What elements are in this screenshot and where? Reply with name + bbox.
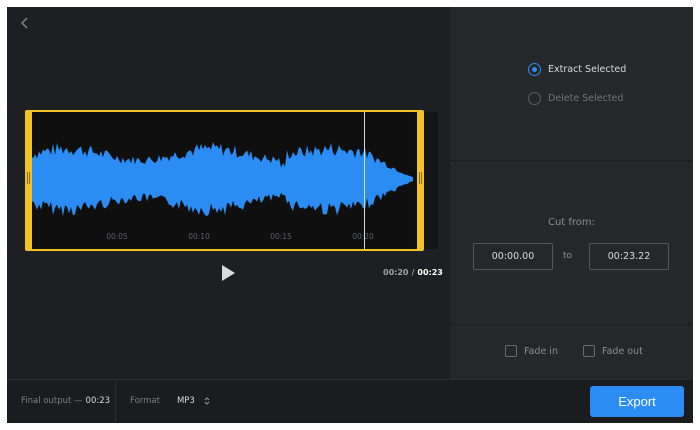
time-tick: 00:20	[352, 232, 374, 241]
play-icon[interactable]	[219, 263, 237, 283]
back-arrow-icon[interactable]	[17, 15, 33, 31]
fade-out-checkbox[interactable]	[583, 345, 595, 357]
radio-label: Extract Selected	[548, 64, 627, 75]
total-time: 00:23	[417, 268, 443, 277]
cut-section: Cut from: to	[450, 161, 693, 325]
radio-delete-selected[interactable]: Delete Selected	[528, 92, 623, 105]
audio-waveform[interactable]	[31, 112, 420, 249]
playhead[interactable]	[364, 112, 365, 249]
selection-start-handle[interactable]	[25, 110, 32, 251]
time-separator: /	[411, 268, 415, 277]
bottom-bar: Final output —00:23 Format MP3 Export	[7, 379, 693, 423]
updown-chevron-icon	[204, 397, 210, 405]
format-label: Format	[130, 396, 160, 406]
cut-end-input[interactable]	[589, 243, 669, 270]
final-output: Final output —00:23	[21, 396, 110, 406]
export-button[interactable]: Export	[590, 386, 684, 417]
final-output-value: 00:23	[85, 396, 111, 406]
fade-out-label: Fade out	[602, 345, 643, 357]
radio-extract-selected[interactable]: Extract Selected	[528, 63, 626, 76]
fade-in-checkbox[interactable]	[505, 345, 517, 357]
radio-checked-icon[interactable]	[528, 63, 541, 76]
waveform-tail	[424, 112, 438, 249]
format-select[interactable]: MP3	[177, 396, 210, 406]
format-value: MP3	[176, 396, 195, 406]
cut-start-input[interactable]	[473, 243, 553, 270]
fade-section: Fade in Fade out	[450, 325, 693, 379]
time-tick: 00:05	[106, 232, 128, 241]
settings-panel: Extract Selected Delete Selected Cut fro…	[450, 7, 693, 379]
playback-time: 00:20/00:23	[383, 268, 443, 277]
time-tick: 00:15	[270, 232, 292, 241]
bottom-divider	[115, 380, 116, 423]
radio-unchecked-icon[interactable]	[528, 92, 541, 105]
current-time: 00:20	[383, 268, 409, 277]
fade-in-label: Fade in	[524, 345, 558, 357]
fade-out-option[interactable]: Fade out	[583, 345, 643, 357]
selection-end-handle[interactable]	[417, 110, 424, 251]
cut-from-title: Cut from:	[547, 217, 596, 228]
format-field: Format MP3	[130, 396, 210, 406]
audio-cutter-window: 00:05 00:10 00:15 00:20 00:20/00:23 Extr…	[7, 7, 693, 423]
radio-label: Delete Selected	[548, 93, 624, 104]
time-tick: 00:10	[188, 232, 210, 241]
editor-area: 00:05 00:10 00:15 00:20 00:20/00:23	[7, 7, 450, 379]
waveform-selection[interactable]: 00:05 00:10 00:15 00:20	[25, 110, 438, 251]
fade-in-option[interactable]: Fade in	[505, 345, 558, 357]
to-label: to	[563, 251, 573, 261]
final-output-label: Final output —	[21, 396, 83, 406]
mode-section: Extract Selected Delete Selected	[450, 7, 693, 161]
